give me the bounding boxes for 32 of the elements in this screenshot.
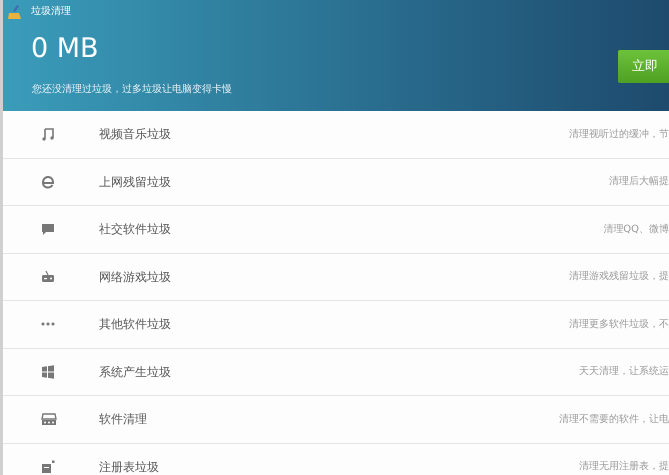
- windows-logo-icon: [41, 364, 55, 379]
- hint-text: 您还没清理过垃圾，过多垃圾让电脑变得卡慢: [32, 82, 232, 97]
- chat-bubble-icon: [41, 222, 55, 236]
- gamepad-icon: [41, 270, 55, 284]
- junk-category-row[interactable]: 系统产生垃圾 天天清理，让系统运: [3, 348, 669, 396]
- junk-category-row[interactable]: 上网残留垃圾 清理后大幅提: [3, 158, 669, 206]
- broom-icon: [7, 4, 23, 18]
- category-label: 视频音乐垃圾: [99, 126, 171, 144]
- category-description: 清理无用注册表，提: [579, 460, 669, 474]
- window-title: 垃圾清理: [31, 4, 71, 19]
- category-description: 清理QQ、微博: [603, 222, 669, 237]
- category-description: 清理视听过的缓冲，节: [569, 128, 669, 142]
- registry-block-icon: [41, 460, 55, 474]
- more-dots-icon: [41, 322, 55, 326]
- category-description: 清理更多软件垃圾，不: [569, 318, 669, 332]
- music-note-icon: [41, 127, 55, 142]
- category-description: 清理后大幅提: [609, 174, 669, 190]
- browser-e-icon: [41, 174, 55, 189]
- junk-category-row[interactable]: 网络游戏垃圾 清理游戏残留垃圾，提: [3, 254, 669, 301]
- junk-size: 0 MB: [31, 32, 99, 66]
- category-label: 注册表垃圾: [99, 458, 159, 475]
- category-description: 天天清理，让系统运: [579, 364, 669, 380]
- category-description: 清理游戏残留垃圾，提: [569, 270, 669, 284]
- category-label: 软件清理: [99, 411, 147, 428]
- category-label: 上网残留垃圾: [99, 174, 171, 191]
- category-label: 其他软件垃圾: [99, 316, 171, 334]
- junk-category-row[interactable]: 注册表垃圾 清理无用注册表，提: [3, 444, 669, 475]
- category-label: 网络游戏垃圾: [99, 268, 171, 286]
- category-label: 社交软件垃圾: [99, 221, 171, 238]
- software-tray-icon: [41, 412, 57, 426]
- category-description: 清理不需要的软件，让电: [559, 412, 669, 427]
- category-label: 系统产生垃圾: [99, 364, 171, 381]
